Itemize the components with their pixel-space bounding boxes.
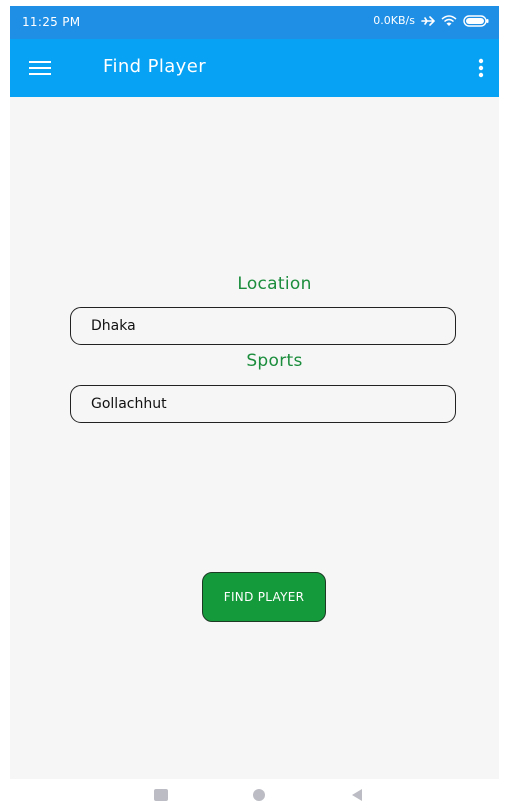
sports-field[interactable]: Gollachhut <box>70 385 456 423</box>
status-bar: 11:25 PM 0.0KB/s <box>10 6 499 39</box>
status-icons: 0.0KB/s <box>373 14 489 27</box>
more-vert-icon[interactable] <box>469 53 493 83</box>
network-speed: 0.0KB/s <box>373 14 415 27</box>
sports-label: Sports <box>246 351 303 371</box>
app-bar: Find Player <box>10 39 499 97</box>
back-icon[interactable] <box>345 785 369 805</box>
airplane-mode-icon <box>421 15 435 27</box>
sports-value: Gollachhut <box>91 396 167 412</box>
status-time: 11:25 PM <box>22 15 81 29</box>
location-value: Dhaka <box>91 318 136 334</box>
hamburger-menu-icon[interactable] <box>24 53 56 83</box>
home-icon[interactable] <box>247 785 271 805</box>
location-label: Location <box>237 274 312 294</box>
system-nav-bar <box>0 779 507 809</box>
app-screen: 11:25 PM 0.0KB/s Find Player Location Dh… <box>10 6 499 779</box>
find-player-button[interactable]: FIND PLAYER <box>202 572 326 622</box>
wifi-icon <box>441 14 457 27</box>
page-title: Find Player <box>103 56 207 77</box>
location-field[interactable]: Dhaka <box>70 307 456 345</box>
battery-icon <box>463 14 489 27</box>
recent-apps-icon[interactable] <box>149 785 173 805</box>
